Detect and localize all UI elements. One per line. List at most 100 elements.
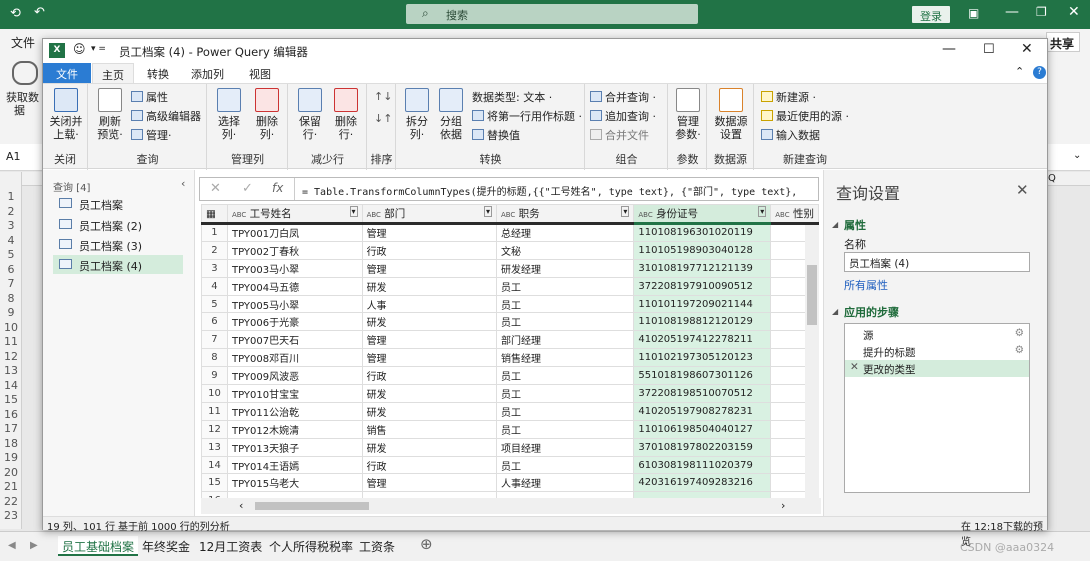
row-number[interactable]: 21: [0, 480, 22, 493]
step-item-selected[interactable]: ✕ 更改的类型: [845, 360, 1029, 377]
database-icon[interactable]: [12, 61, 38, 85]
table-cell[interactable]: 研发: [361, 384, 497, 403]
choose-columns-button[interactable]: 选择 列·: [212, 88, 246, 141]
table-cell[interactable]: 研发经理: [495, 258, 635, 278]
table-cell[interactable]: TPY004马五德: [226, 276, 363, 296]
qat-chevron-icon[interactable]: ▾ =: [91, 44, 106, 54]
table-cell[interactable]: 110106198504040127: [633, 419, 772, 439]
row-number[interactable]: 23: [0, 509, 22, 522]
table-cell[interactable]: 610308198111020379: [633, 455, 772, 475]
pq-close-icon[interactable]: ✕: [1021, 41, 1033, 57]
close-settings-icon[interactable]: ✕: [1016, 181, 1029, 199]
abc-type-icon[interactable]: ABC: [367, 211, 381, 219]
table-cell[interactable]: 员工: [495, 276, 635, 296]
query-name-input[interactable]: 员工档案 (4): [844, 252, 1030, 272]
table-cell[interactable]: 总经理: [495, 223, 635, 242]
table-cell[interactable]: TPY006于光豪: [226, 312, 363, 332]
table-cell[interactable]: 370108197802203159: [633, 437, 772, 457]
row-number[interactable]: 5: [0, 248, 22, 261]
row-number[interactable]: 15: [0, 393, 22, 406]
table-cell[interactable]: TPY010甘宝宝: [226, 384, 363, 403]
sheet-tab[interactable]: 员工基础档案: [58, 536, 139, 556]
table-cell[interactable]: 销售: [361, 419, 497, 439]
table-cell[interactable]: 行政: [361, 366, 497, 386]
sort-descending-icon[interactable]: ↓↑: [374, 110, 392, 128]
pq-maximize-icon[interactable]: ☐: [983, 42, 995, 57]
row-number-cell[interactable]: 15: [201, 473, 228, 493]
tab-file[interactable]: 文件: [43, 63, 91, 83]
table-cell[interactable]: 部门经理: [495, 330, 635, 350]
row-number[interactable]: 8: [0, 292, 22, 305]
filter-dropdown-icon[interactable]: ▾: [349, 206, 358, 217]
name-box[interactable]: A1: [6, 150, 21, 163]
table-cell[interactable]: 员工: [495, 419, 635, 439]
vertical-scrollbar[interactable]: ⌄: [805, 225, 819, 514]
data-type-dropdown[interactable]: 数据类型: 文本 ·: [472, 89, 552, 105]
row-number-cell[interactable]: 4: [201, 276, 228, 296]
sheet-tab[interactable]: 工资条: [359, 538, 395, 555]
abc-type-icon[interactable]: ABC: [775, 211, 789, 219]
table-cell[interactable]: TPY013天狼子: [226, 437, 363, 457]
row-number-cell[interactable]: 14: [201, 455, 228, 475]
vertical-scroll-thumb[interactable]: [807, 265, 817, 325]
query-item[interactable]: 员工档案: [53, 194, 183, 213]
row-number-cell[interactable]: 1: [201, 223, 228, 242]
refresh-preview-button[interactable]: 刷新 预览·: [95, 88, 125, 141]
row-number[interactable]: 2: [0, 205, 22, 218]
table-cell[interactable]: TPY011公治乾: [226, 401, 363, 421]
delete-step-icon[interactable]: ✕: [850, 361, 859, 373]
table-cell[interactable]: 人事: [361, 294, 497, 314]
table-cell[interactable]: TPY012木婉清: [226, 419, 363, 439]
status-profiling[interactable]: 基于前 1000 行的列分析: [118, 518, 230, 533]
add-sheet-icon[interactable]: ⊕: [420, 535, 433, 553]
row-number[interactable]: 18: [0, 437, 22, 450]
row-number[interactable]: 11: [0, 335, 22, 348]
sheet-tab[interactable]: 12月工资表: [199, 538, 262, 555]
recent-sources-button[interactable]: 最近使用的源 ·: [761, 108, 849, 124]
scroll-right-icon[interactable]: ›: [781, 499, 785, 512]
table-cell[interactable]: TPY005马小翠: [226, 294, 363, 314]
get-data-label-2[interactable]: 据: [14, 102, 25, 118]
ribbon-display-icon[interactable]: ▣: [968, 6, 979, 20]
row-number-cell[interactable]: 7: [201, 330, 228, 350]
table-cell[interactable]: 管理: [361, 473, 497, 493]
tab-add-column[interactable]: 添加列: [191, 66, 224, 82]
filter-dropdown-icon[interactable]: ▾: [483, 206, 492, 217]
excel-login-button[interactable]: 登录: [912, 6, 950, 23]
table-cell[interactable]: 项目经理: [495, 437, 635, 457]
table-cell[interactable]: 410205197412278211: [633, 330, 772, 350]
table-cell[interactable]: 管理: [361, 258, 497, 278]
chevron-down-icon[interactable]: ⌄: [1073, 150, 1081, 161]
horizontal-scroll-thumb[interactable]: [255, 502, 369, 510]
table-cell[interactable]: 销售经理: [495, 348, 635, 368]
properties-button[interactable]: 属性: [131, 89, 168, 105]
row-number[interactable]: 10: [0, 321, 22, 334]
table-cell[interactable]: 管理: [361, 223, 497, 242]
excel-share-button[interactable]: 共享: [1046, 32, 1080, 52]
horizontal-scrollbar[interactable]: ‹ ›: [201, 498, 821, 514]
prev-sheet-icon[interactable]: ◀: [8, 540, 16, 551]
table-cell[interactable]: 110108198812120129: [633, 312, 772, 332]
filter-dropdown-icon[interactable]: ▾: [758, 206, 767, 217]
row-number-cell[interactable]: 11: [201, 401, 228, 421]
help-icon[interactable]: ?: [1033, 66, 1046, 79]
enter-data-button[interactable]: 输入数据: [761, 127, 820, 143]
abc-type-icon[interactable]: ABC: [501, 211, 515, 219]
remove-columns-button[interactable]: 删除 列·: [250, 88, 284, 141]
abc-type-icon[interactable]: ABC: [638, 211, 652, 219]
column-q[interactable]: Q: [1048, 173, 1056, 184]
row-number[interactable]: 3: [0, 219, 22, 232]
table-corner-icon[interactable]: ▦: [201, 204, 228, 225]
sheet-tab[interactable]: 年终奖金: [142, 538, 190, 555]
column-header[interactable]: ABC 性别: [770, 204, 819, 225]
collapse-ribbon-icon[interactable]: ⌃: [1015, 65, 1024, 78]
table-cell[interactable]: TPY008邓百川: [226, 348, 363, 368]
scroll-left-icon[interactable]: ‹: [239, 499, 243, 512]
all-properties-link[interactable]: 所有属性: [844, 277, 888, 293]
query-item[interactable]: 员工档案 (3): [53, 235, 183, 254]
remove-rows-button[interactable]: 删除 行·: [329, 88, 363, 141]
pq-minimize-icon[interactable]: —: [942, 41, 956, 57]
row-number[interactable]: 7: [0, 277, 22, 290]
row-number[interactable]: 6: [0, 263, 22, 276]
advanced-editor-button[interactable]: 高级编辑器: [131, 108, 201, 124]
